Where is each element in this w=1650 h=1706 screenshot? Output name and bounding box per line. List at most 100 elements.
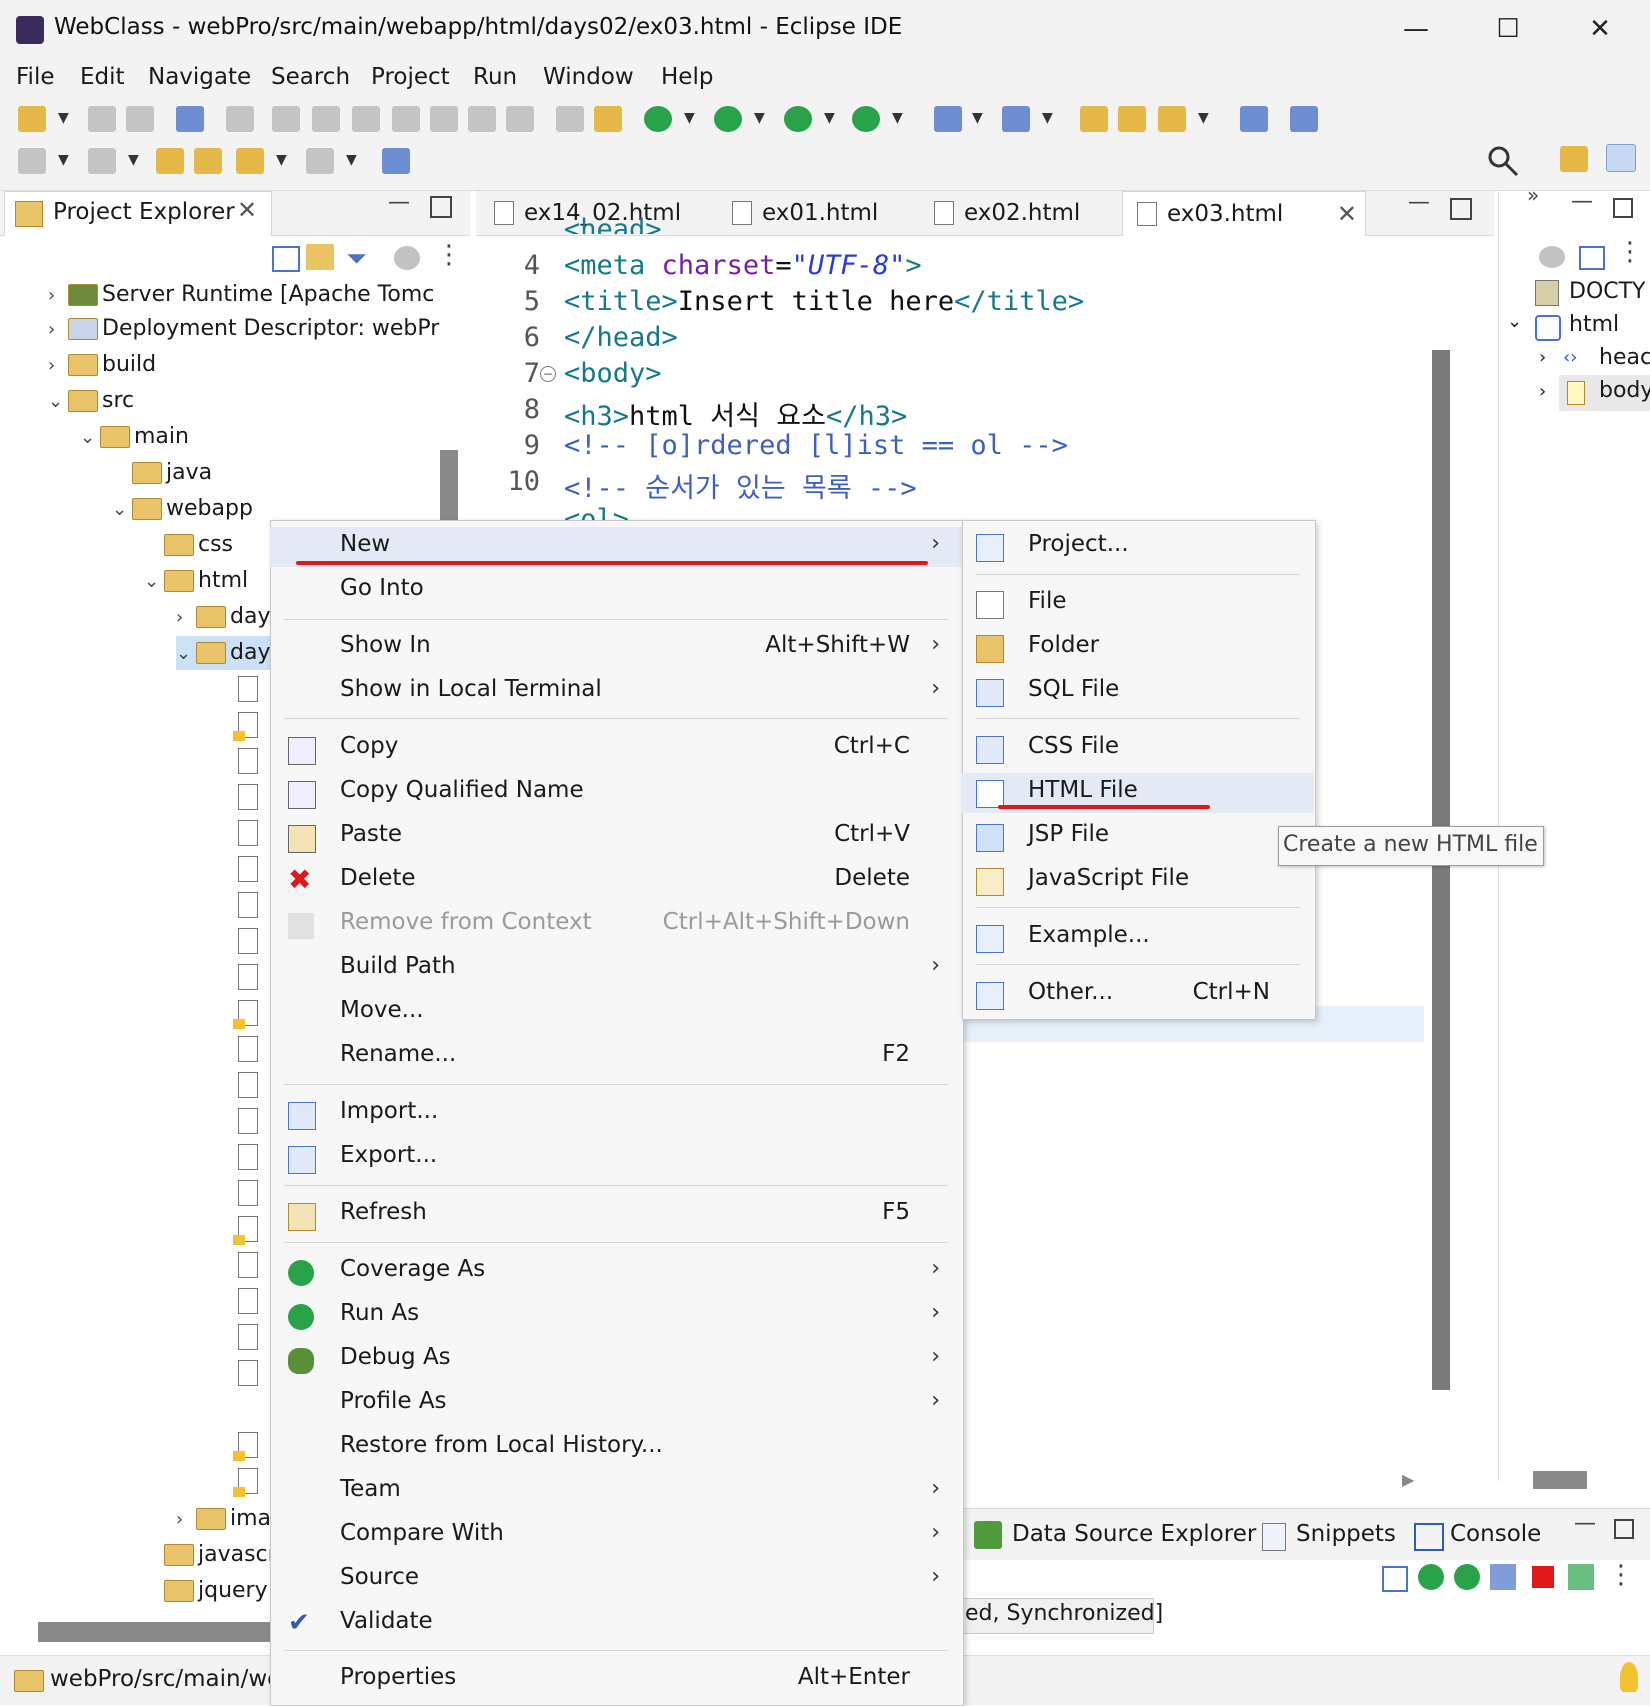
- open-console-icon[interactable]: [176, 106, 204, 132]
- chevron-down-icon[interactable]: ⌄: [112, 493, 132, 527]
- tree-item-css[interactable]: css: [144, 528, 233, 562]
- menu-help[interactable]: Help: [661, 64, 713, 90]
- tree-item-days01[interactable]: › day: [176, 600, 270, 634]
- menu-item-build-path[interactable]: Build Path ›: [270, 949, 962, 989]
- stop-icon[interactable]: [1532, 1566, 1554, 1588]
- chevron-down-icon[interactable]: ▼: [684, 110, 695, 126]
- minimize-view-icon[interactable]: —: [1571, 189, 1593, 214]
- search-icon[interactable]: [1486, 144, 1520, 178]
- tab-data-source-explorer[interactable]: Data Source Explorer: [1012, 1521, 1256, 1547]
- suspend-icon[interactable]: [312, 106, 340, 132]
- menu-item-compare-with[interactable]: Compare With ›: [270, 1516, 962, 1556]
- tree-horizontal-scrollbar[interactable]: [38, 1622, 270, 1642]
- close-icon[interactable]: ✕: [237, 196, 257, 224]
- html-file-icon[interactable]: [238, 1144, 258, 1170]
- chevron-down-icon[interactable]: ▼: [346, 152, 357, 168]
- menu-item-delete[interactable]: ✖ Delete Delete: [270, 861, 962, 901]
- submenu-item-other[interactable]: Other... Ctrl+N: [962, 975, 1314, 1015]
- chevron-down-icon[interactable]: ▼: [972, 110, 983, 126]
- collapse-all-icon[interactable]: [272, 246, 300, 272]
- more-options-icon[interactable]: ⋮: [1608, 1560, 1634, 1590]
- search-wand-icon[interactable]: [1158, 106, 1186, 132]
- chevron-down-icon[interactable]: ▼: [58, 110, 69, 126]
- menu-search[interactable]: Search: [271, 64, 350, 90]
- more-options-icon[interactable]: ⋮: [436, 240, 462, 270]
- tab-ex01[interactable]: ex01.html: [718, 191, 952, 235]
- chevron-down-icon[interactable]: ⌄: [144, 565, 164, 599]
- menu-item-coverage-as[interactable]: Coverage As ›: [270, 1252, 962, 1292]
- new-java-class-icon[interactable]: [1002, 106, 1030, 132]
- menu-item-show-in-local-terminal[interactable]: Show in Local Terminal ›: [270, 672, 962, 712]
- chevron-right-icon[interactable]: ›: [48, 349, 68, 383]
- menu-item-show-in[interactable]: Show In Alt+Shift+W ›: [270, 628, 962, 668]
- chevron-down-icon[interactable]: ▼: [1042, 110, 1053, 126]
- html-file-icon[interactable]: [238, 1360, 258, 1386]
- chevron-right-icon[interactable]: ›: [1539, 381, 1546, 402]
- html-file-warning-icon[interactable]: [233, 1432, 258, 1461]
- menu-item-copy-qualified-name[interactable]: Copy Qualified Name: [270, 773, 962, 813]
- chevron-right-icon[interactable]: ›: [1539, 347, 1546, 368]
- link-editor-icon[interactable]: [306, 244, 334, 270]
- menu-edit[interactable]: Edit: [80, 64, 125, 90]
- tree-item-javascript[interactable]: javascı: [144, 1538, 274, 1572]
- html-file-icon[interactable]: [238, 820, 258, 846]
- menu-run[interactable]: Run: [473, 64, 517, 90]
- submenu-item-folder[interactable]: Folder: [962, 628, 1314, 668]
- forward-arrow-icon[interactable]: [306, 148, 334, 174]
- chevron-down-icon[interactable]: ▼: [892, 110, 903, 126]
- tree-item-html[interactable]: ⌄ html: [144, 564, 248, 598]
- menu-file[interactable]: File: [16, 64, 55, 90]
- editor-vertical-scrollbar[interactable]: [1432, 350, 1450, 1390]
- html-file-icon[interactable]: [238, 856, 258, 882]
- tab-ex02[interactable]: ex02.html: [920, 191, 1154, 235]
- submenu-item-example[interactable]: Example...: [962, 918, 1314, 958]
- menu-item-debug-as[interactable]: Debug As ›: [270, 1340, 962, 1380]
- html-file-warning-icon[interactable]: [233, 1468, 258, 1497]
- menu-item-copy[interactable]: Copy Ctrl+C: [270, 729, 962, 769]
- submenu-item-javascript-file[interactable]: JavaScript File: [962, 861, 1314, 901]
- new-wizard-icon[interactable]: [18, 106, 46, 132]
- run-icon[interactable]: [714, 106, 742, 132]
- scroll-right-icon[interactable]: ▶: [1402, 1470, 1414, 1489]
- open-perspective-icon[interactable]: [1560, 146, 1588, 172]
- outline-horizontal-scrollbar[interactable]: [1533, 1471, 1587, 1489]
- skip-breakpoints-icon[interactable]: [226, 106, 254, 132]
- submenu-item-jsp-file[interactable]: JSP File: [962, 817, 1314, 857]
- view-menu-icon[interactable]: [394, 246, 420, 270]
- outline-item-head[interactable]: heac: [1599, 345, 1650, 370]
- tree-item-build[interactable]: › build: [48, 348, 156, 382]
- chevron-right-icon[interactable]: ›: [48, 313, 68, 347]
- disconnect-icon[interactable]: [392, 106, 420, 132]
- run-icon[interactable]: [1454, 1564, 1480, 1590]
- menu-item-export[interactable]: Export...: [270, 1138, 962, 1178]
- project-explorer-tab[interactable]: Project Explorer ✕: [4, 191, 272, 236]
- html-file-icon[interactable]: [238, 1072, 258, 1098]
- tree-item-src[interactable]: ⌄ src: [48, 384, 134, 418]
- html-file-icon[interactable]: [238, 1252, 258, 1278]
- menu-window[interactable]: Window: [543, 64, 634, 90]
- menu-item-move[interactable]: Move...: [270, 993, 962, 1033]
- publish-icon[interactable]: [1568, 1564, 1594, 1590]
- coverage-icon[interactable]: [784, 106, 812, 132]
- tree-item-days02-selected[interactable]: ⌄ day: [176, 636, 271, 671]
- profile-icon[interactable]: [1490, 1564, 1516, 1590]
- menu-project[interactable]: Project: [371, 64, 450, 90]
- drop-to-frame-icon[interactable]: [556, 106, 584, 132]
- chevron-down-icon[interactable]: ▼: [58, 152, 69, 168]
- minimize-view-icon[interactable]: —: [1408, 190, 1430, 215]
- chevron-down-icon[interactable]: ▼: [1198, 110, 1209, 126]
- tree-item-main[interactable]: ⌄ main: [80, 420, 189, 454]
- menu-item-paste[interactable]: Paste Ctrl+V: [270, 817, 962, 857]
- save-icon[interactable]: [88, 106, 116, 132]
- chevron-down-icon[interactable]: ⌄: [176, 637, 196, 671]
- tab-console[interactable]: Console: [1450, 1521, 1541, 1547]
- menu-item-run-as[interactable]: Run As ›: [270, 1296, 962, 1336]
- html-file-icon[interactable]: [238, 1108, 258, 1134]
- close-window-button[interactable]: ✕: [1570, 8, 1630, 50]
- web-browser-icon[interactable]: [1290, 106, 1318, 132]
- maximize-view-icon[interactable]: [430, 196, 452, 218]
- tab-snippets[interactable]: Snippets: [1296, 1521, 1396, 1547]
- menu-item-properties[interactable]: Properties Alt+Enter: [270, 1660, 962, 1700]
- html-file-icon[interactable]: [238, 1324, 258, 1350]
- tree-item-jquery[interactable]: jquery: [144, 1574, 268, 1608]
